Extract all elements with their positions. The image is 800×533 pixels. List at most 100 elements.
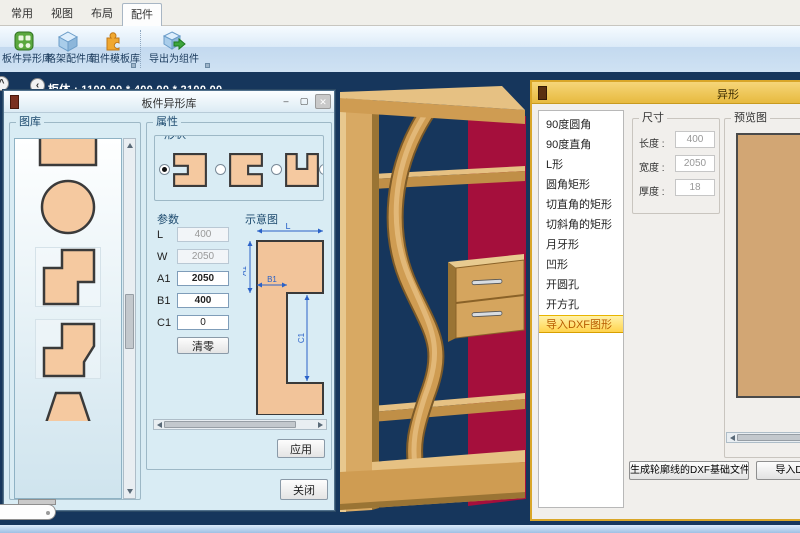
close-icon[interactable]: ✕ xyxy=(315,94,331,109)
rack-fitting-library-icon xyxy=(56,29,80,53)
radio-shape-clipped[interactable] xyxy=(319,164,324,175)
size-group-label: 尺寸 xyxy=(639,112,667,125)
ribbon-tab-row: 常用 视图 布局 配件 xyxy=(0,0,800,26)
panel-shape-library-icon xyxy=(12,29,36,53)
param-input-A1[interactable] xyxy=(177,271,229,286)
ribbon-toolbar: 板件异形库 格架配件库 组件模板库 导出为组件 xyxy=(0,26,800,74)
tab-view[interactable]: 视图 xyxy=(42,3,82,26)
scroll-up-icon[interactable] xyxy=(127,143,133,148)
list-item[interactable]: L形 xyxy=(539,155,623,175)
tool-export-as-component[interactable]: 导出为组件 xyxy=(146,28,202,72)
preview-group: 预览图 xyxy=(724,118,800,458)
toolbar-separator xyxy=(140,30,141,68)
scrollbar-thumb[interactable] xyxy=(125,294,134,349)
tool-label: 导出为组件 xyxy=(146,53,202,67)
shape-selector-group: 形状 xyxy=(154,135,324,201)
radio-shape-notch-left[interactable] xyxy=(159,164,170,175)
collapse-up-button[interactable]: ^ xyxy=(0,76,9,91)
dim-A1: A1 xyxy=(243,266,248,276)
group-dialog-launcher-icon[interactable] xyxy=(131,63,136,68)
list-item-selected[interactable]: 导入DXF图形 xyxy=(539,315,623,333)
length-field xyxy=(675,131,715,148)
generate-dxf-button[interactable]: 生成轮廓线的DXF基础文件... xyxy=(629,461,749,480)
dialog-titlebar[interactable]: 板件异形库 – ▢ ✕ xyxy=(4,91,334,113)
thickness-label: 厚度 : xyxy=(639,183,665,198)
list-item[interactable]: 凹形 xyxy=(539,255,623,275)
workspace: ^ ‹ 柜体 : 1100.00 * 400.00 * 2100.00 xyxy=(0,74,800,525)
dim-C1: C1 xyxy=(297,332,306,343)
tool-label: 板件异形库 xyxy=(2,53,46,67)
param-input-B1[interactable] xyxy=(177,293,229,308)
radio-shape-u-notch[interactable] xyxy=(271,164,282,175)
shape-option-u-notch-icon[interactable] xyxy=(284,152,320,188)
tab-accessories[interactable]: 配件 xyxy=(122,3,162,26)
gallery-shape-circle[interactable] xyxy=(35,179,101,235)
dialog-title: 异形 xyxy=(717,86,739,102)
param-name-B1: B1 xyxy=(157,295,170,307)
drawer-unit xyxy=(448,254,524,342)
list-item[interactable]: 开方孔 xyxy=(539,295,623,315)
export-as-component-icon xyxy=(162,29,186,53)
gallery-scrollbar[interactable] xyxy=(123,138,136,499)
tool-rack-fitting-library[interactable]: 格架配件库 xyxy=(46,28,90,72)
panel-preview xyxy=(736,133,800,398)
tab-common[interactable]: 常用 xyxy=(2,3,42,26)
list-item[interactable]: 月牙形 xyxy=(539,235,623,255)
tab-layout[interactable]: 布局 xyxy=(82,3,122,26)
panel-shape-library-dialog: 板件异形库 – ▢ ✕ 图库 xyxy=(3,90,335,511)
list-item[interactable]: 切直角的矩形 xyxy=(539,195,623,215)
list-item[interactable]: 圆角矩形 xyxy=(539,175,623,195)
properties-group: 属性 形状 xyxy=(146,122,332,470)
scroll-left-icon[interactable] xyxy=(157,422,162,428)
scrollbar-thumb[interactable] xyxy=(737,434,800,441)
radio-shape-notch-right[interactable] xyxy=(215,164,226,175)
group-dialog-launcher-icon[interactable] xyxy=(205,63,210,68)
shape-type-list: 90度圆角 90度直角 L形 圆角矩形 切直角的矩形 切斜角的矩形 月牙形 凹形… xyxy=(538,110,624,508)
collapsed-panel-handle[interactable] xyxy=(0,504,56,520)
gallery-group: 图库 xyxy=(9,122,141,500)
gallery-group-label: 图库 xyxy=(16,116,44,129)
component-template-library-icon xyxy=(101,29,125,53)
scroll-down-icon[interactable] xyxy=(127,489,133,494)
properties-group-label: 属性 xyxy=(153,116,181,129)
param-input-C1[interactable] xyxy=(177,315,229,330)
list-item[interactable]: 开圆孔 xyxy=(539,275,623,295)
params-label: 参数 xyxy=(157,211,179,227)
scroll-left-icon[interactable] xyxy=(730,435,735,441)
list-item[interactable]: 90度直角 xyxy=(539,135,623,155)
preview-group-label: 预览图 xyxy=(731,112,770,125)
tool-label: 格架配件库 xyxy=(46,53,90,67)
scrollbar-thumb[interactable] xyxy=(164,421,296,428)
maximize-button[interactable]: ▢ xyxy=(296,94,312,109)
properties-hscrollbar[interactable] xyxy=(153,419,327,430)
tool-component-template-library[interactable]: 组件模板库 xyxy=(90,28,136,72)
3d-viewport[interactable] xyxy=(332,74,532,525)
param-input-W xyxy=(177,249,229,264)
length-label: 长度 : xyxy=(639,135,665,150)
dialog-titlebar[interactable]: 异形 xyxy=(532,82,800,104)
preview-hscrollbar[interactable] xyxy=(726,432,800,443)
thickness-field xyxy=(675,179,715,196)
dim-L: L xyxy=(285,223,290,231)
shape-option-notch-right-icon[interactable] xyxy=(228,152,264,188)
close-button[interactable]: 关闭 xyxy=(280,479,328,500)
width-field xyxy=(675,155,715,172)
width-label: 宽度 : xyxy=(639,159,665,174)
import-dxf-button[interactable]: 导入DXF... xyxy=(756,461,800,480)
gallery-shape-step-chamfer[interactable] xyxy=(35,319,101,379)
status-bar xyxy=(0,525,800,533)
shape-option-notch-left-icon[interactable] xyxy=(172,152,208,188)
minimize-button[interactable]: – xyxy=(278,94,294,109)
list-item[interactable]: 切斜角的矩形 xyxy=(539,215,623,235)
param-name-W: W xyxy=(157,251,167,263)
param-input-L xyxy=(177,227,229,242)
list-item[interactable]: 90度圆角 xyxy=(539,115,623,135)
tool-panel-shape-library[interactable]: 板件异形库 xyxy=(2,28,46,72)
gallery-shape-u-notch-square[interactable] xyxy=(35,138,101,167)
gallery-shape-step[interactable] xyxy=(35,247,101,307)
scroll-right-icon[interactable] xyxy=(318,422,323,428)
param-name-L: L xyxy=(157,229,163,241)
apply-button[interactable]: 应用 xyxy=(277,439,325,458)
clear-button[interactable]: 清零 xyxy=(177,337,229,354)
gallery-shape-trapezoid[interactable] xyxy=(35,391,101,421)
